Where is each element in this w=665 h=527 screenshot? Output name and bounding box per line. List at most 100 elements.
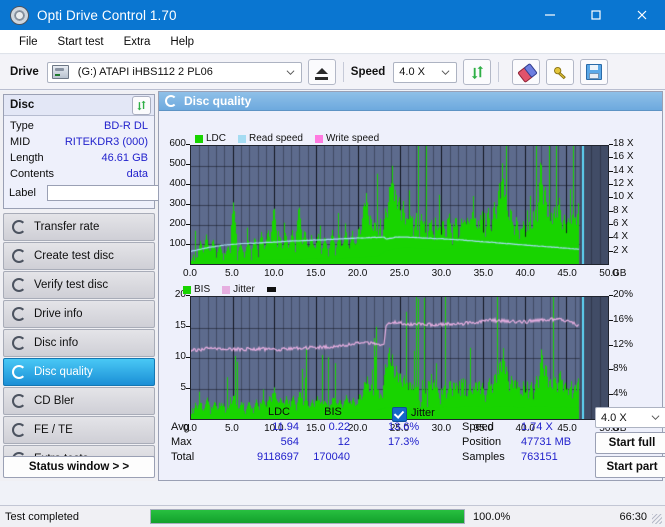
y-tick-label: 10: [174, 351, 186, 362]
y-tick-mark: [186, 204, 190, 205]
drive-icon: [51, 65, 69, 79]
disc-row-mid-value: RITEKDR3 (000): [64, 136, 148, 148]
eject-button[interactable]: [307, 59, 336, 85]
sidebar-item-disc-info[interactable]: Disc info: [3, 329, 155, 357]
stats-avg-ldc: 11.94: [272, 421, 299, 433]
stats-total-ldc: 9118697: [256, 451, 299, 463]
disc-icon: [12, 365, 26, 379]
y2-tick-mark: [609, 295, 613, 296]
disc-icon: [12, 220, 26, 234]
y2-tick-label: 8 X: [613, 204, 629, 216]
stats-col-jitter: Jitter: [411, 407, 435, 419]
erase-button[interactable]: [512, 59, 541, 85]
x-axis-unit-label: GB: [612, 268, 627, 279]
key-button[interactable]: [546, 59, 575, 85]
legend-swatch-jitter: [222, 285, 231, 294]
progress-percent: 100.0%: [473, 510, 511, 523]
sidebar-item-disc-quality[interactable]: Disc quality: [3, 358, 155, 386]
chevron-down-icon: [286, 69, 295, 75]
y2-tick-label: 18 X: [613, 138, 634, 149]
sidebar-item-fe-te[interactable]: FE / TE: [3, 416, 155, 444]
legend-swatch-bis: [183, 285, 191, 294]
y2-tick-mark: [609, 394, 613, 396]
resize-grip[interactable]: [652, 514, 662, 524]
y2-tick-mark: [609, 224, 613, 225]
stats-samples-value: 763151: [521, 451, 558, 463]
key-icon: [553, 66, 566, 79]
refresh-button[interactable]: [463, 59, 492, 85]
stats-max-ldc: 564: [280, 436, 299, 448]
sidebar-item-label: Transfer rate: [34, 221, 100, 233]
save-button[interactable]: [580, 59, 609, 85]
close-button[interactable]: [619, 0, 665, 30]
speed-select-value: 4.0 X: [399, 66, 425, 78]
disc-row-mid: MID RITEKDR3 (000): [4, 134, 154, 150]
drive-select[interactable]: (G:) ATAPI iHBS112 2 PL06: [46, 61, 302, 83]
disc-icon: [12, 278, 26, 292]
y-tick-mark: [186, 295, 190, 296]
x-tick-label: 45.0: [557, 268, 577, 279]
elapsed-time: 66:30: [619, 510, 647, 523]
disc-row-contents-key: Contents: [10, 168, 55, 180]
sidebar-item-drive-info[interactable]: Drive info: [3, 300, 155, 328]
sidebar-item-label: Create test disc: [34, 250, 114, 262]
legend-swatch-ldc: [195, 134, 203, 143]
test-speed-value: 4.0 X: [601, 411, 627, 424]
speed-select[interactable]: 4.0 X: [393, 61, 458, 83]
legend-swatch-read-speed: [238, 134, 247, 143]
start-part-button[interactable]: Start part: [595, 456, 665, 478]
y-tick-label: 400: [169, 178, 186, 189]
y2-tick-label: 4 X: [613, 231, 629, 243]
maximize-button[interactable]: [573, 0, 619, 30]
toolbar-divider-2: [498, 62, 500, 82]
sidebar-item-label: Disc info: [34, 337, 79, 349]
x-tick-label: 20.0: [347, 268, 368, 279]
y2-tick-label: 14 X: [613, 164, 634, 176]
y-tick-label: 5: [180, 382, 186, 393]
disc-panel-header: Disc: [4, 95, 154, 116]
bis-plot-area[interactable]: [190, 296, 609, 420]
ldc-plot-area[interactable]: [190, 145, 609, 265]
legend-label-ldc: LDC: [206, 133, 227, 144]
y-tick-mark: [186, 184, 190, 185]
window-controls: [527, 0, 665, 30]
legend-label-jitter: Jitter: [233, 284, 255, 295]
refresh-icon: [137, 100, 146, 110]
start-full-button[interactable]: Start full: [595, 432, 665, 454]
y2-tick-mark: [609, 237, 613, 239]
sidebar-item-label: Verify test disc: [34, 279, 109, 291]
stats-col-bis: BIS: [324, 406, 342, 418]
stats-row-max-label: Max: [171, 436, 192, 448]
disc-row-length: Length 46.61 GB: [4, 150, 154, 166]
legend-label-read-speed: Read speed: [249, 133, 303, 144]
disc-icon: [12, 394, 26, 408]
menu-help[interactable]: Help: [161, 34, 203, 50]
minimize-button[interactable]: [527, 0, 573, 30]
sidebar-item-verify-test-disc[interactable]: Verify test disc: [3, 271, 155, 299]
sidebar-item-transfer-rate[interactable]: Transfer rate: [3, 213, 155, 241]
menu-extra[interactable]: Extra: [115, 34, 160, 50]
refresh-icon: [471, 65, 483, 79]
drive-select-value: (G:) ATAPI iHBS112 2 PL06: [77, 66, 213, 78]
sidebar-item-create-test-disc[interactable]: Create test disc: [3, 242, 155, 270]
test-speed-select[interactable]: 4.0 X: [595, 407, 665, 428]
status-window-button[interactable]: Status window > >: [3, 456, 155, 478]
x-tick-label: 10.0: [264, 268, 284, 279]
menu-start-test[interactable]: Start test: [49, 34, 113, 50]
jitter-checkbox[interactable]: [392, 407, 407, 422]
menu-file[interactable]: File: [10, 34, 47, 50]
sidebar-item-cd-bler[interactable]: CD Bler: [3, 387, 155, 415]
app-window: Opti Drive Control 1.70 File Start test …: [0, 0, 665, 527]
disc-refresh-button[interactable]: [132, 95, 151, 115]
sidebar-item-label: Drive info: [34, 308, 83, 320]
sidebar-item-label: Disc quality: [34, 366, 93, 378]
y-tick-mark: [186, 224, 190, 225]
x-tick-label: 25.0: [389, 268, 410, 279]
disc-row-mid-key: MID: [10, 136, 31, 148]
y-tick-mark: [186, 144, 190, 145]
y2-tick-mark: [609, 319, 613, 321]
chevron-down-icon: [651, 415, 660, 421]
y-tick-label: 20: [174, 289, 186, 300]
x-tick-label: 15.0: [305, 268, 326, 279]
x-tick-label: 30.0: [431, 268, 452, 279]
